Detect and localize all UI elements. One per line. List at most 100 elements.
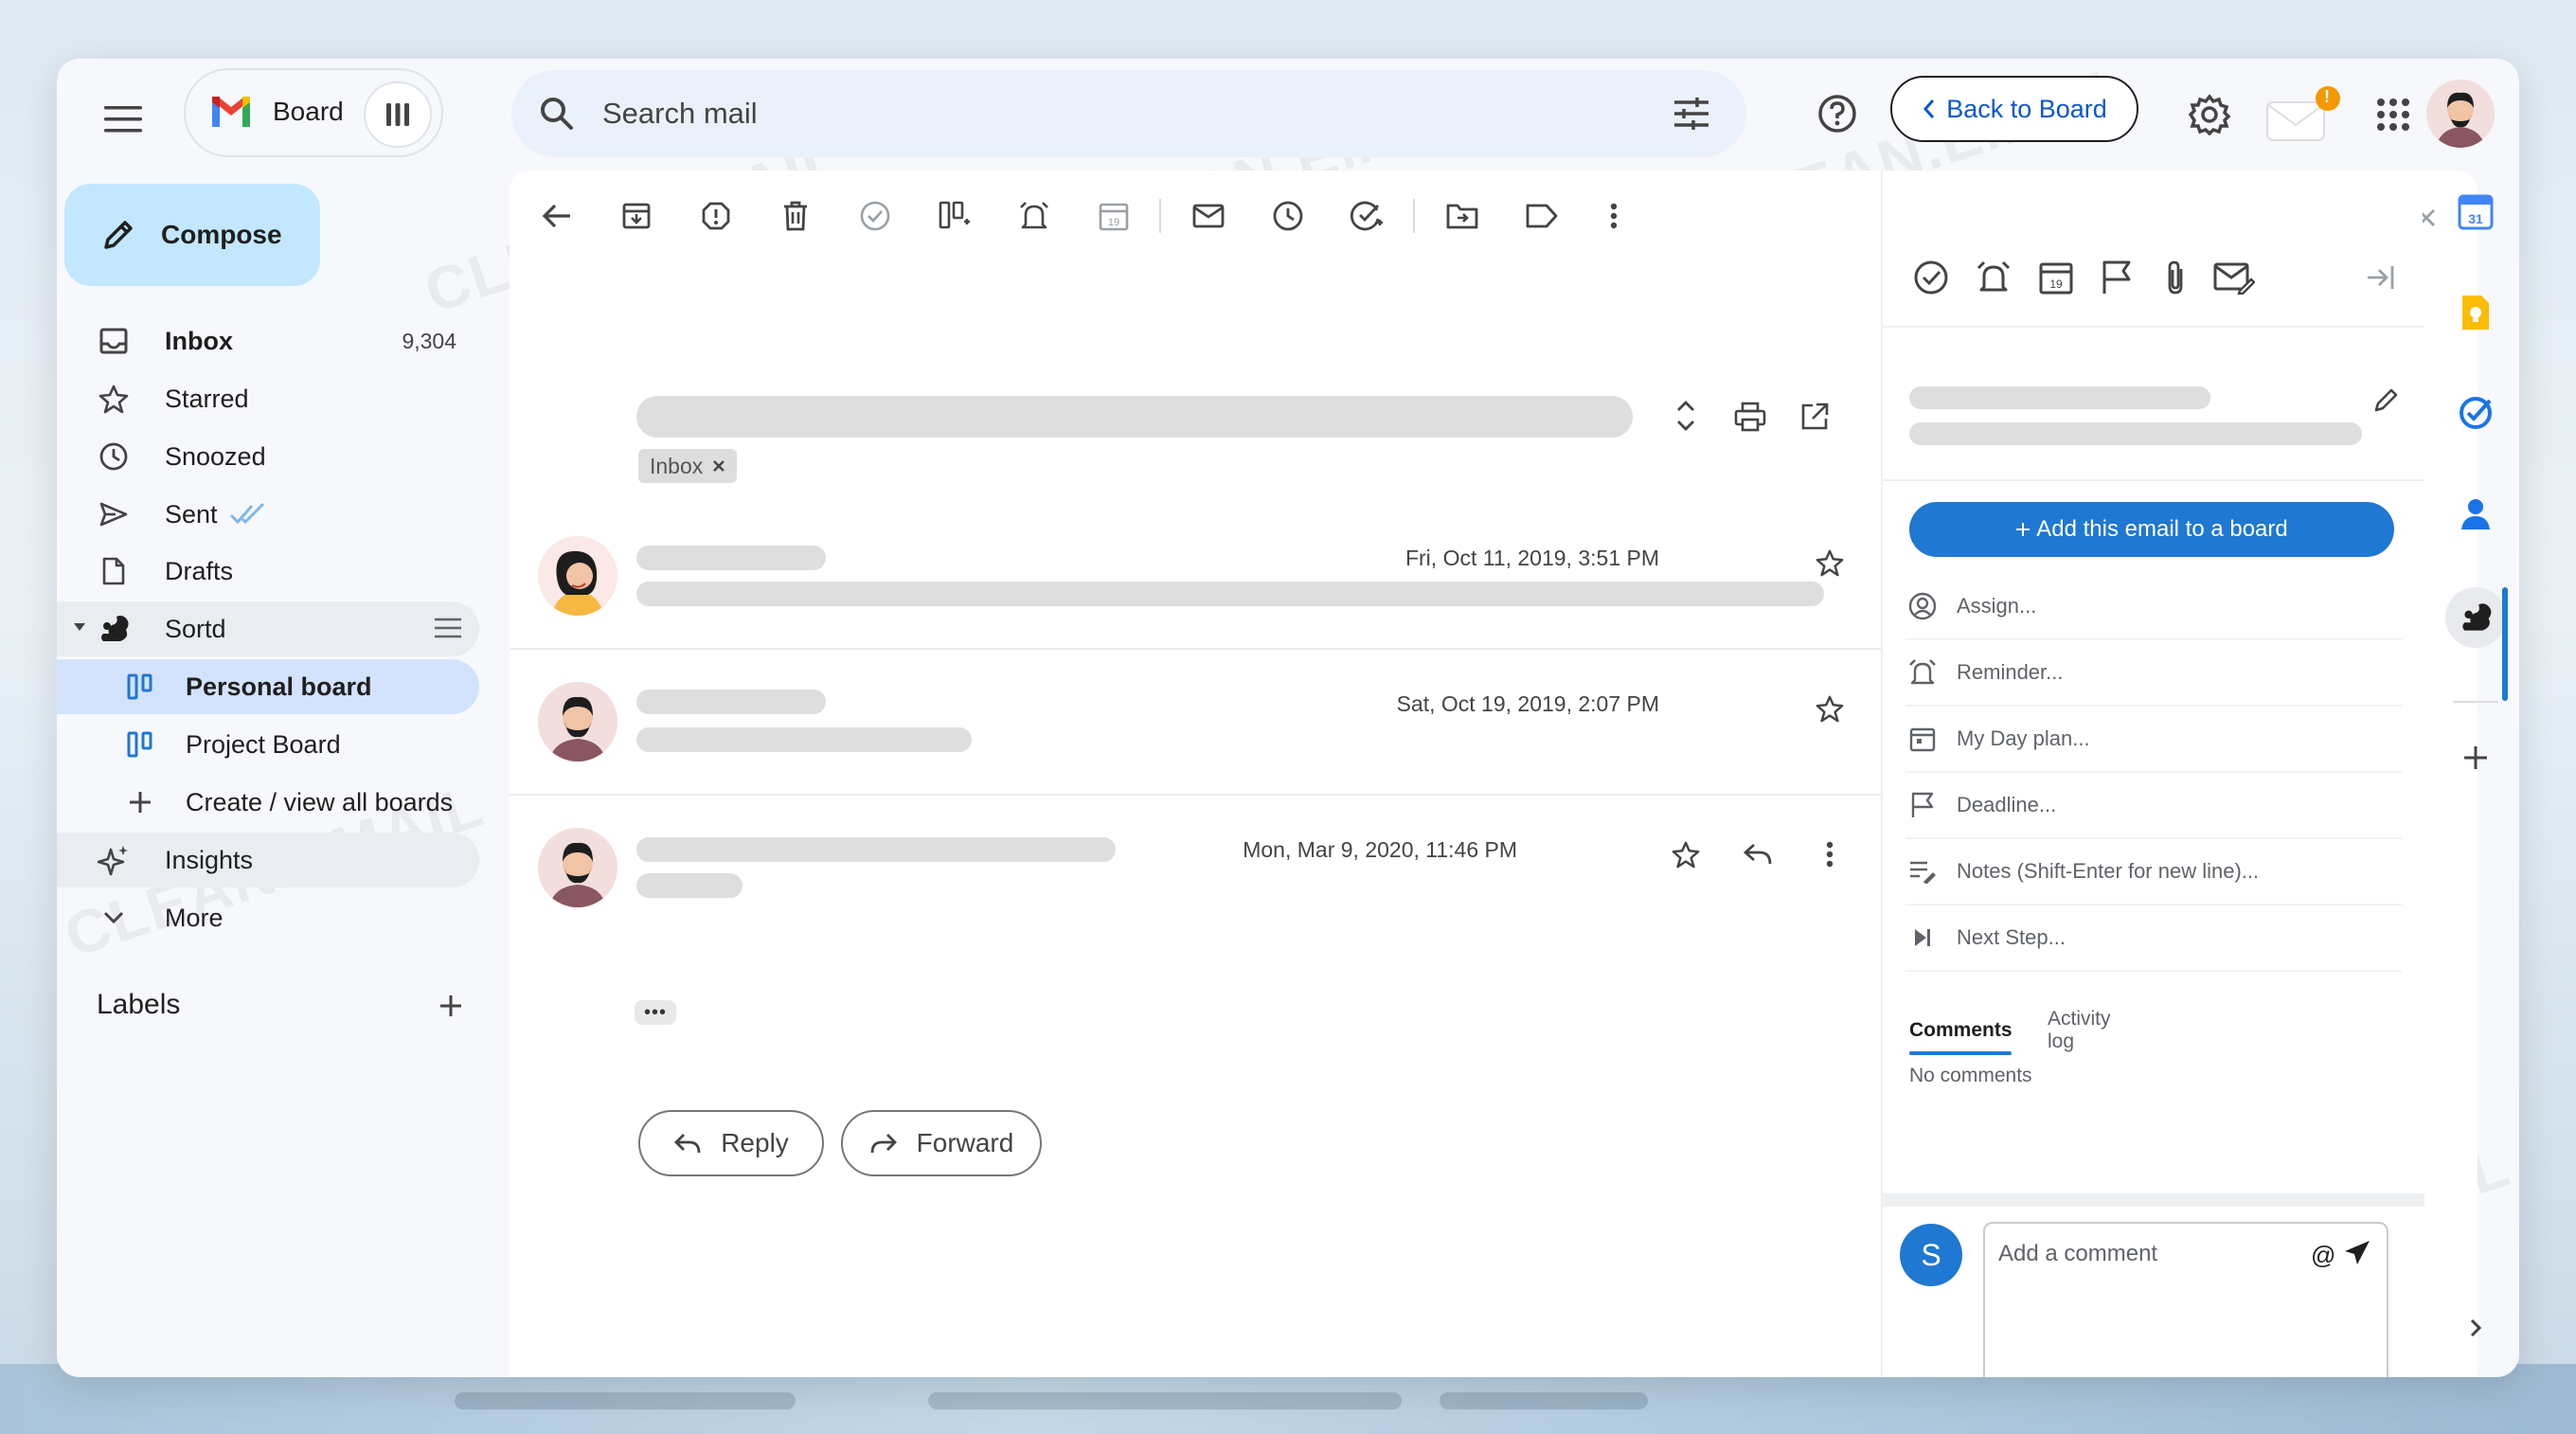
reply-button[interactable]: Reply — [638, 1110, 824, 1176]
add-label-icon[interactable] — [428, 983, 474, 1029]
keep-app-icon[interactable] — [2445, 282, 2506, 343]
deadline-flag-icon[interactable] — [2093, 254, 2140, 301]
show-trimmed-content-button[interactable]: ••• — [635, 1000, 676, 1025]
gmail-logo-icon — [208, 93, 254, 134]
email-edit-icon[interactable] — [2210, 254, 2258, 301]
settings-gear-icon[interactable] — [2182, 87, 2237, 142]
reply-arrow-icon[interactable] — [1737, 834, 1779, 875]
sender-avatar[interactable] — [538, 682, 617, 762]
board-columns-button[interactable] — [364, 81, 432, 148]
plus-icon — [2015, 522, 2030, 537]
account-avatar[interactable] — [2426, 80, 2495, 148]
board-toggle[interactable]: Board — [184, 68, 443, 157]
svg-text:19: 19 — [2049, 278, 2063, 291]
background-blur — [455, 1392, 796, 1409]
assign-field[interactable]: Assign... — [1905, 574, 2402, 640]
sparkle-icon — [93, 839, 134, 881]
sender-avatar[interactable] — [538, 828, 617, 907]
nav-label: Snoozed — [165, 441, 266, 471]
back-to-board-button[interactable]: Back to Board — [1890, 76, 2138, 142]
reminder-bell-icon[interactable] — [1008, 189, 1061, 242]
reminder-field[interactable]: Reminder... — [1905, 640, 2402, 707]
contacts-app-icon[interactable] — [2445, 483, 2506, 544]
calendar-app-icon[interactable]: 31 — [2445, 182, 2506, 242]
print-icon[interactable] — [1727, 394, 1773, 439]
mark-unread-icon[interactable] — [1182, 189, 1235, 242]
notes-edit-icon — [1905, 854, 1940, 888]
star-icon[interactable] — [1809, 688, 1851, 729]
add-to-board-icon[interactable] — [928, 189, 981, 242]
nav-sent[interactable]: Sent — [57, 487, 479, 542]
mark-done-icon[interactable] — [1907, 254, 1955, 301]
message-separator — [510, 794, 1881, 796]
more-vert-icon[interactable] — [1809, 834, 1851, 875]
comment-input[interactable] — [1998, 1235, 2301, 1273]
delete-trash-icon[interactable] — [769, 189, 822, 242]
active-app-indicator — [2502, 587, 2508, 701]
collapse-panel-icon[interactable] — [2356, 254, 2404, 301]
reminder-bell-icon[interactable] — [1970, 254, 2017, 301]
notes-field[interactable]: Notes (Shift-Enter for new line)... — [1905, 839, 2402, 905]
move-to-folder-icon[interactable] — [1436, 189, 1489, 242]
search-options-icon[interactable] — [1669, 91, 1714, 136]
expand-all-icon[interactable] — [1665, 392, 1707, 439]
user-avatar[interactable]: S — [1900, 1224, 1962, 1286]
my-day-calendar-icon[interactable]: 19 — [2032, 254, 2080, 301]
sender-name-placeholder — [636, 690, 826, 714]
tasks-app-icon[interactable] — [2445, 383, 2506, 443]
add-to-board-button[interactable]: Add this email to a board — [1909, 502, 2394, 557]
comment-box: @ — [1983, 1222, 2388, 1377]
my-day-field[interactable]: My Day plan... — [1905, 707, 2402, 773]
next-step-field[interactable]: Next Step... — [1905, 905, 2402, 972]
nav-starred[interactable]: Starred — [57, 371, 479, 426]
search-input[interactable] — [602, 70, 1549, 157]
open-new-window-icon[interactable] — [1792, 394, 1837, 439]
nav-inbox[interactable]: Inbox 9,304 — [57, 314, 479, 368]
remove-label-icon[interactable] — [712, 459, 725, 473]
sender-avatar[interactable] — [538, 536, 617, 616]
star-icon[interactable] — [1665, 834, 1707, 875]
forward-button[interactable]: Forward — [841, 1110, 1042, 1176]
tab-activity-log[interactable]: Activity log — [2048, 1004, 2111, 1057]
apps-grid-icon[interactable] — [2368, 89, 2419, 140]
nav-create-boards[interactable]: Create / view all boards — [57, 775, 479, 830]
active-tab-indicator — [1909, 1051, 2012, 1055]
main-menu-icon[interactable] — [89, 85, 157, 153]
expand-rail-chevron-icon[interactable] — [2445, 1298, 2506, 1358]
more-vert-icon[interactable] — [1587, 189, 1640, 242]
nav-project-board[interactable]: Project Board — [57, 717, 479, 772]
archive-icon[interactable] — [610, 189, 663, 242]
nav-personal-board[interactable]: Personal board — [57, 659, 479, 714]
send-comment-icon[interactable] — [2343, 1239, 2375, 1271]
tab-comments[interactable]: Comments — [1909, 1004, 2012, 1057]
side-apps-rail: 31 — [2432, 170, 2519, 1377]
back-arrow-icon[interactable] — [530, 189, 583, 242]
add-task-icon[interactable] — [1341, 189, 1394, 242]
nav-insights[interactable]: Insights — [57, 833, 479, 887]
nav-more[interactable]: More — [57, 890, 479, 945]
deadline-field[interactable]: Deadline... — [1905, 773, 2402, 839]
report-spam-icon[interactable] — [689, 189, 742, 242]
snooze-clock-icon[interactable] — [1261, 189, 1315, 242]
edit-pencil-icon[interactable] — [2366, 379, 2407, 421]
no-comments-text: No comments — [1909, 1065, 2032, 1086]
mark-done-icon[interactable] — [849, 189, 902, 242]
chevron-left-icon — [1922, 98, 1937, 120]
nav-snoozed[interactable]: Snoozed — [57, 429, 479, 484]
nav-drafts[interactable]: Drafts — [57, 544, 479, 599]
label-tag-icon[interactable] — [1515, 189, 1568, 242]
notifications-icon[interactable]: ! — [2265, 85, 2341, 144]
compose-button[interactable]: Compose — [64, 184, 320, 286]
reminder-label: Reminder... — [1957, 660, 2064, 684]
plus-icon — [119, 781, 161, 823]
my-day-calendar-icon[interactable]: 19 — [1087, 189, 1140, 242]
attachment-clip-icon[interactable] — [2152, 254, 2199, 301]
help-icon[interactable] — [1811, 87, 1864, 140]
add-app-plus-icon[interactable] — [2445, 727, 2506, 788]
sortd-app-icon[interactable] — [2445, 587, 2506, 648]
search-icon[interactable] — [534, 91, 580, 136]
sortd-menu-icon[interactable] — [434, 617, 462, 639]
star-icon[interactable] — [1809, 542, 1851, 583]
mention-at-icon[interactable]: @ — [2311, 1241, 2335, 1270]
nav-sortd[interactable]: Sortd — [57, 601, 479, 656]
